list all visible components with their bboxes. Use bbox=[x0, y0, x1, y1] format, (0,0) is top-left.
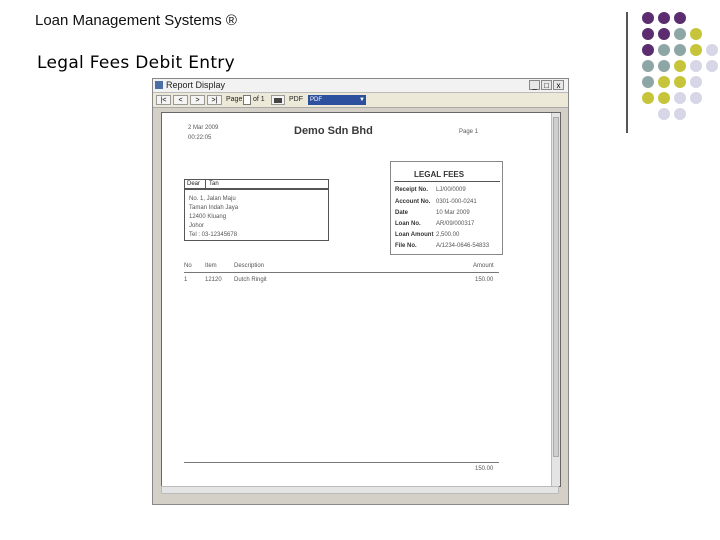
export-label: PDF bbox=[289, 96, 303, 103]
row-no: 1 bbox=[184, 277, 188, 283]
row-item: 12120 bbox=[205, 277, 222, 283]
decor-dot bbox=[658, 12, 670, 24]
field-value: 0301-000-0241 bbox=[436, 199, 477, 205]
report-viewport[interactable]: 2 Mar 2009 00:22:05 Demo Sdn Bhd Page 1 … bbox=[161, 112, 561, 487]
decor-dot bbox=[674, 92, 686, 104]
decor-dot bbox=[674, 108, 686, 120]
decor-dot bbox=[690, 28, 702, 40]
decor-dot bbox=[642, 44, 654, 56]
minimize-button[interactable]: _ bbox=[529, 80, 540, 90]
decor-dot bbox=[642, 76, 654, 88]
legal-fees-title: LEGAL FEES bbox=[414, 170, 465, 179]
field-value: 2,500.00 bbox=[436, 232, 460, 238]
field-value: AR/09/000317 bbox=[436, 221, 475, 227]
chevron-down-icon: ▼ bbox=[359, 97, 365, 103]
address-box: No. 1, Jalan Maju Taman Indah Jaya 12400… bbox=[184, 189, 329, 241]
dear-value: Tan bbox=[209, 181, 219, 187]
page-number: Page 1 bbox=[459, 129, 479, 135]
address-line: 12400 Kluang bbox=[189, 214, 227, 220]
row-description: Dutch Ringit bbox=[234, 277, 267, 283]
decor-dot bbox=[642, 60, 654, 72]
table-header-rule bbox=[184, 272, 499, 273]
decor-dot bbox=[658, 60, 670, 72]
first-page-button[interactable]: |< bbox=[156, 95, 171, 105]
report-date: 2 Mar 2009 bbox=[188, 125, 219, 131]
decor-dot bbox=[706, 60, 718, 72]
report-window: Report Display _ □ x |< < > >| Page of 1… bbox=[152, 78, 569, 505]
decor-dot bbox=[642, 28, 654, 40]
decor-dot bbox=[674, 12, 686, 24]
company-name: Demo Sdn Bhd bbox=[294, 125, 373, 137]
window-title: Report Display bbox=[166, 80, 226, 90]
page-label: Page bbox=[226, 96, 243, 103]
address-line: No. 1, Jalan Maju bbox=[189, 196, 236, 202]
dear-separator bbox=[205, 180, 206, 188]
last-page-button[interactable]: >| bbox=[207, 95, 222, 105]
slide-header: Loan Management Systems ® bbox=[35, 12, 237, 29]
horizontal-scrollbar[interactable] bbox=[161, 486, 559, 494]
next-page-button[interactable]: > bbox=[190, 95, 205, 105]
field-label: Loan Amount bbox=[395, 232, 434, 238]
column-header-no: No bbox=[184, 263, 192, 269]
vertical-divider bbox=[626, 12, 628, 133]
decor-dot bbox=[690, 60, 702, 72]
format-select-value: PDF bbox=[310, 97, 322, 103]
field-value: A/1234-0646-54833 bbox=[436, 243, 490, 249]
legal-fees-rule bbox=[394, 181, 500, 182]
field-label: Account No. bbox=[395, 199, 431, 205]
address-line: Tel : 03-12345678 bbox=[189, 232, 238, 238]
decor-dot bbox=[658, 108, 670, 120]
toolbar: |< < > >| Page of 1 PDF PDF ▼ bbox=[153, 93, 568, 108]
page-count: of 1 bbox=[253, 96, 265, 103]
field-label: Loan No. bbox=[395, 221, 421, 227]
address-line: Johor bbox=[189, 223, 205, 229]
field-value: LJ/00/0009 bbox=[436, 187, 466, 193]
print-button[interactable] bbox=[271, 95, 285, 105]
decor-dot bbox=[642, 12, 654, 24]
field-label: Date bbox=[395, 210, 409, 216]
decor-dot bbox=[642, 92, 654, 104]
table-footer-rule bbox=[184, 462, 499, 463]
app-icon bbox=[155, 81, 163, 89]
maximize-button[interactable]: □ bbox=[541, 80, 552, 90]
decor-dot bbox=[690, 44, 702, 56]
address-line: Taman Indah Jaya bbox=[189, 205, 239, 211]
decor-dot bbox=[658, 92, 670, 104]
page-input[interactable] bbox=[243, 95, 251, 105]
decor-dot bbox=[674, 60, 686, 72]
dear-label: Dear bbox=[187, 181, 201, 187]
field-value: 10 Mar 2009 bbox=[436, 210, 470, 216]
field-label: File No. bbox=[395, 243, 417, 249]
dear-header: Dear Tan bbox=[184, 179, 329, 189]
total-amount: 150.00 bbox=[475, 466, 494, 472]
column-header-item: Item bbox=[205, 263, 217, 269]
column-header-amount: Amount bbox=[473, 263, 494, 269]
decor-dot bbox=[658, 76, 670, 88]
title-bar: Report Display _ □ x bbox=[153, 79, 568, 93]
prev-page-button[interactable]: < bbox=[173, 95, 188, 105]
decor-dot bbox=[658, 44, 670, 56]
format-select[interactable]: PDF ▼ bbox=[308, 95, 366, 105]
decor-dot bbox=[690, 76, 702, 88]
report-time: 00:22:05 bbox=[188, 135, 212, 141]
decor-dot bbox=[674, 76, 686, 88]
field-label: Receipt No. bbox=[395, 187, 429, 193]
decor-dot bbox=[674, 44, 686, 56]
vertical-scrollbar[interactable] bbox=[551, 113, 560, 486]
decor-dot bbox=[674, 28, 686, 40]
slide-title: Legal Fees Debit Entry bbox=[37, 53, 235, 73]
decor-dot bbox=[706, 44, 718, 56]
row-amount: 150.00 bbox=[475, 277, 494, 283]
decor-dot bbox=[658, 28, 670, 40]
column-header-description: Description bbox=[234, 263, 265, 269]
scroll-thumb[interactable] bbox=[553, 117, 559, 457]
close-button[interactable]: x bbox=[553, 80, 564, 90]
decor-dot bbox=[690, 92, 702, 104]
printer-icon bbox=[274, 98, 282, 103]
